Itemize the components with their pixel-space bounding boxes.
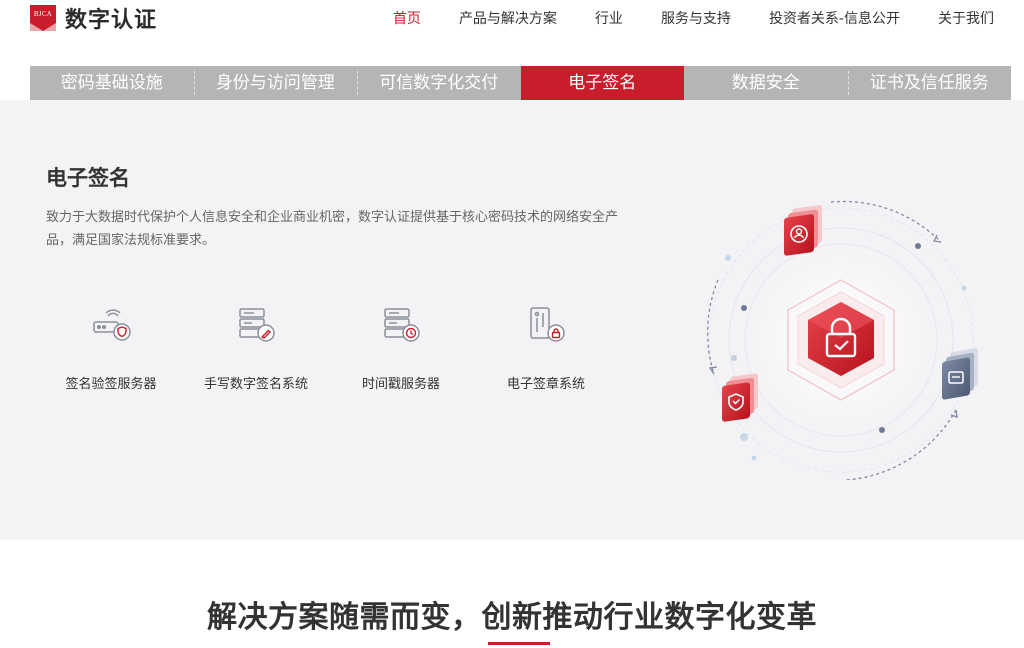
nav-products-solutions[interactable]: 产品与解决方案 [459, 8, 557, 28]
signature-verify-server-icon [93, 309, 131, 341]
nav-industry[interactable]: 行业 [595, 8, 623, 28]
tab-label: 密码基础设施 [60, 73, 163, 93]
tab-identity-access[interactable]: 身份与访问管理 [193, 66, 358, 100]
product-handwritten-signature[interactable]: 手写数字签名系统 [191, 305, 321, 392]
tab-label: 可信数字化交付 [379, 73, 499, 93]
heading-underline [488, 642, 550, 645]
tab-certificate-trust[interactable]: 证书及信任服务 [847, 66, 1012, 100]
tab-trusted-delivery[interactable]: 可信数字化交付 [357, 66, 521, 100]
product-label: 签名验签服务器 [65, 377, 157, 392]
site-header: BJCA 数字认证 首页 产品与解决方案 行业 服务与支持 投资者关系-信息公开… [0, 0, 1024, 40]
panel-description: 致力于大数据时代保护个人信息安全和企业商业机密，数字认证提供基于核心密码技术的网… [46, 210, 619, 248]
nav-service-support[interactable]: 服务与支持 [661, 8, 731, 28]
handwritten-signature-icon [239, 308, 275, 342]
product-label: 时间戳服务器 [361, 377, 440, 392]
tab-content-panel: 电子签名 致力于大数据时代保护个人信息安全和企业商业机密，数字认证提供基于核心密… [0, 100, 1024, 540]
brand-name: 数字认证 [65, 8, 158, 33]
product-list: 签名验签服务器 手写数字签名系统 时间戳服务器 电子签章系统 [46, 305, 606, 405]
tab-label: 证书及信任服务 [869, 73, 989, 93]
electronic-seal-icon [530, 307, 565, 342]
product-timestamp-server[interactable]: 时间戳服务器 [336, 305, 466, 392]
product-label: 电子签章系统 [506, 377, 585, 392]
solutions-section-heading: 解决方案随需而变，创新推动行业数字化变革 [207, 600, 817, 635]
product-label: 手写数字签名系统 [203, 377, 308, 392]
tab-crypto-infrastructure[interactable]: 密码基础设施 [30, 66, 194, 100]
tab-electronic-signature[interactable]: 电子签名 [520, 66, 684, 107]
nav-about-us[interactable]: 关于我们 [938, 8, 994, 28]
product-electronic-seal[interactable]: 电子签章系统 [481, 305, 611, 392]
product-signature-verify-server[interactable]: 签名验签服务器 [46, 305, 176, 392]
tab-data-security[interactable]: 数据安全 [684, 66, 848, 100]
timestamp-server-icon [384, 308, 420, 342]
tab-label: 电子签名 [568, 73, 637, 93]
site-logo[interactable]: BJCA 数字认证 [30, 2, 157, 34]
category-tabs: 密码基础设施 身份与访问管理 可信数字化交付 电子签名 数据安全 证书及信任服务 [30, 66, 1012, 107]
tab-label: 身份与访问管理 [215, 73, 335, 93]
tab-label: 数据安全 [731, 73, 800, 93]
bjca-logo-badge: BJCA [30, 5, 56, 31]
nav-investor-relations[interactable]: 投资者关系-信息公开 [769, 8, 900, 28]
panel-title: 电子签名 [46, 166, 130, 190]
nav-home[interactable]: 首页 [393, 8, 421, 28]
signature-security-illustration [707, 200, 978, 480]
top-navigation: 首页 产品与解决方案 行业 服务与支持 投资者关系-信息公开 关于我们 [355, 8, 994, 28]
